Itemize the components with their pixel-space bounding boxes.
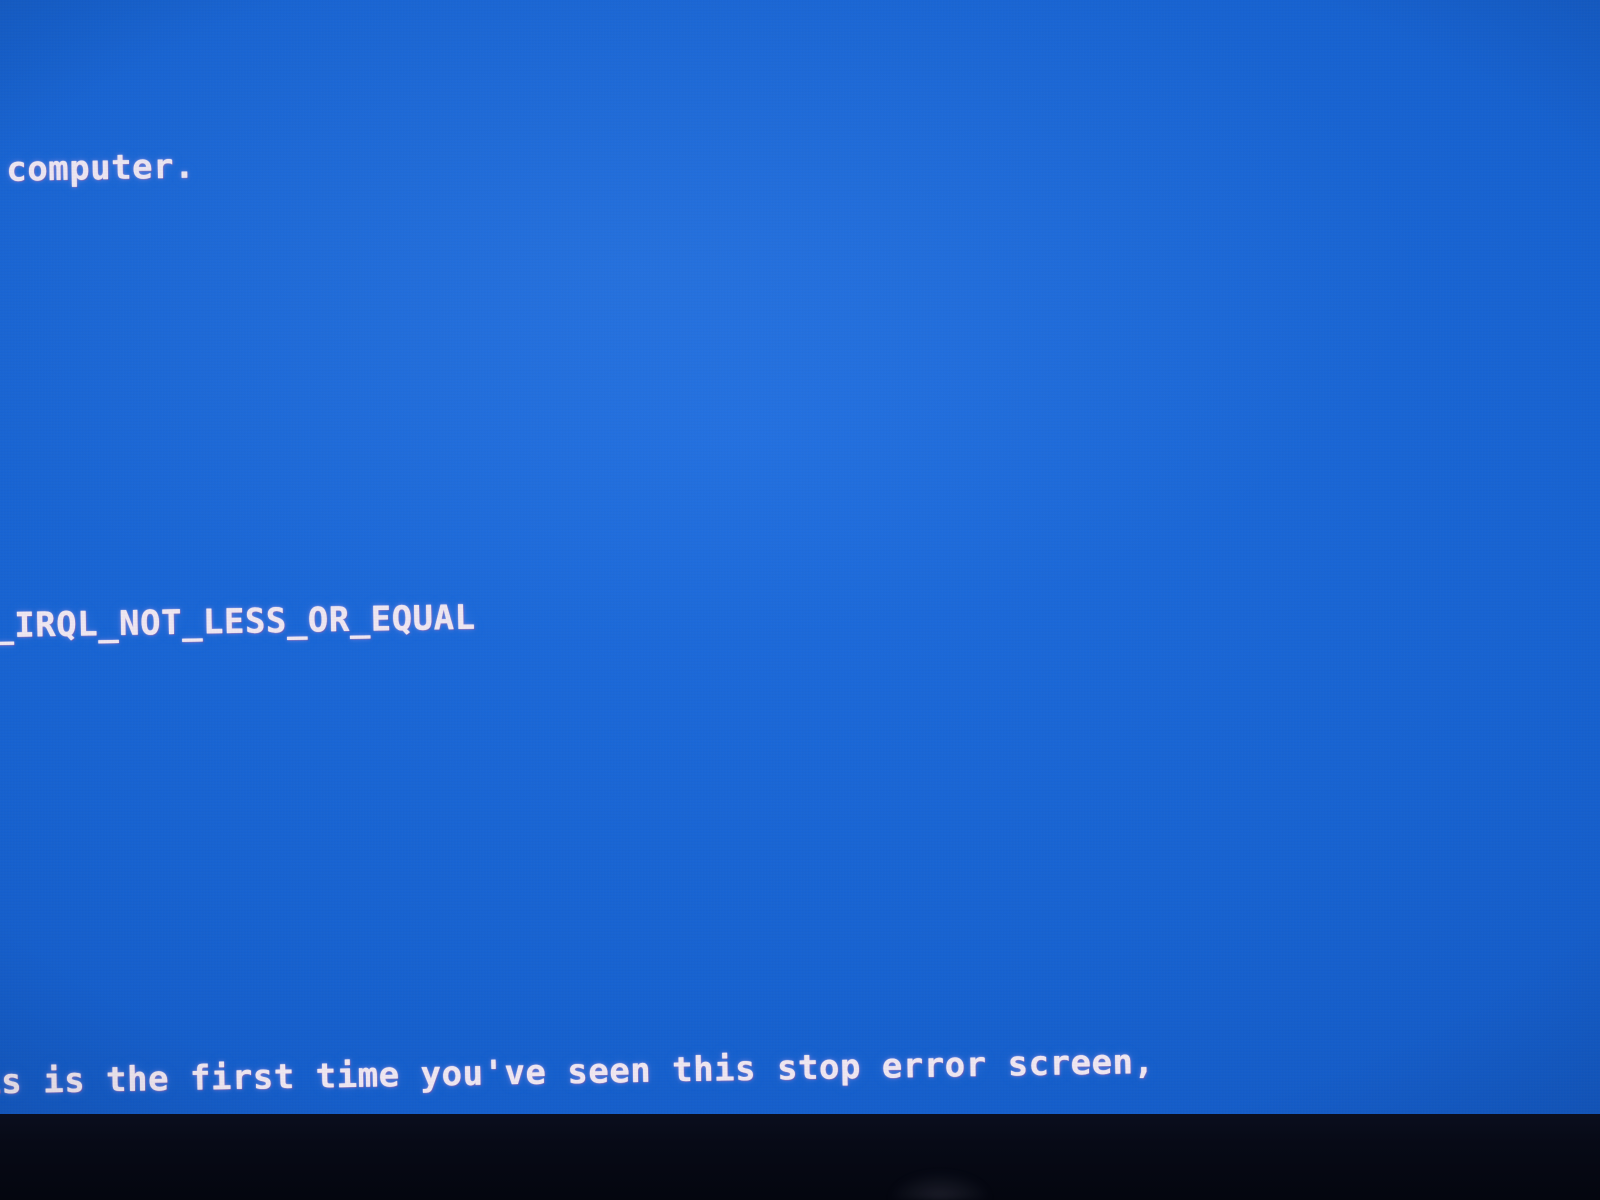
- bsod-error-code: IVER_IRQL_NOT_LESS_OR_EQUAL: [0, 500, 1600, 722]
- bsod-intro-line-1: this is the first time you've seen this …: [0, 1041, 1155, 1104]
- bsod-text-block: your computer. IVER_IRQL_NOT_LESS_OR_EQU…: [0, 0, 1600, 1200]
- bsod-error-code-text: IVER_IRQL_NOT_LESS_OR_EQUAL: [0, 597, 476, 648]
- monitor-photo: your computer. IVER_IRQL_NOT_LESS_OR_EQU…: [0, 0, 1600, 1200]
- bsod-screen: your computer. IVER_IRQL_NOT_LESS_OR_EQU…: [0, 0, 1600, 1200]
- monitor-bezel: [0, 1114, 1600, 1200]
- bezel-reflection: [880, 1156, 1000, 1200]
- bsod-top-clipped-line-text: your computer.: [5, 146, 196, 190]
- bsod-top-clipped-line: your computer.: [0, 44, 1600, 266]
